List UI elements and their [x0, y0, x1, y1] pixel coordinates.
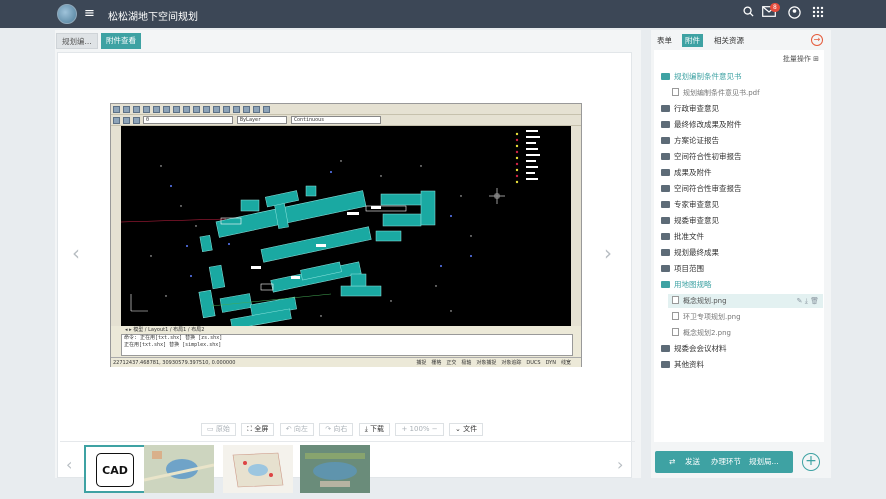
folder-final-results[interactable]: 规划最终成果 [661, 246, 819, 260]
folder-icon [661, 345, 670, 352]
batch-operation-button[interactable]: 批量操作 ⊞ [783, 54, 819, 64]
folder-icon [661, 217, 670, 224]
file-icon [672, 328, 679, 336]
thumbnail-concept-plan[interactable] [144, 445, 214, 493]
tab-form[interactable]: 表单 [654, 34, 675, 47]
folder-open-icon [661, 281, 670, 288]
app-title: 松松湖地下空间规划 [108, 12, 198, 23]
tab-attachments[interactable]: 附件 [682, 34, 703, 47]
cad-coords: 22712437.468781, 3093057​9.397510, 0.000… [113, 360, 236, 366]
next-page-arrow[interactable]: › [604, 241, 612, 265]
cad-layout-tabs: ◂ ▸ 模型 / Layout1 / 布局1 / 布局2 [121, 326, 573, 334]
file-icon [672, 312, 679, 320]
top-bar: ≡ 松松湖地下空间规划 8 [0, 0, 886, 28]
tab-related-resources[interactable]: 相关资源 [711, 34, 747, 47]
thumbs-prev-arrow[interactable]: ‹ [66, 455, 72, 474]
folder-icon [661, 265, 670, 272]
cad-color-select: ByLayer [237, 116, 287, 124]
user-circle-icon[interactable] [788, 6, 801, 23]
folder-results[interactable]: 成果及附件 [661, 166, 819, 180]
cad-drawing-canvas [121, 126, 573, 326]
folder-plan-conditions[interactable]: 规划编制条件意见书 [661, 70, 819, 84]
logo-icon[interactable] [57, 4, 77, 24]
cad-layer-select: 0 [143, 116, 233, 124]
cad-toolbar-2: 0 ByLayer Continuous [111, 115, 581, 126]
folder-final-revision[interactable]: 最终修改成果及附件 [661, 118, 819, 132]
fullscreen-button[interactable]: ⛶ 全屏 [241, 423, 275, 436]
send-button[interactable]: ⇄ 发送 办理环节 规划局... [655, 451, 793, 473]
notification-badge: 8 [770, 3, 780, 12]
folder-icon [661, 233, 670, 240]
file-sanitation-plan-png[interactable]: 环卫专项规划.png [672, 310, 830, 324]
folder-open-icon [661, 73, 670, 80]
cad-preview-image: 0 ByLayer Continuous ◂ ▸ 模型 / Layout1 / … [110, 103, 582, 367]
add-circle-button[interactable]: + [802, 453, 820, 471]
thumbnail-strip: ‹ CAD › [60, 441, 635, 499]
folder-land-use-maps[interactable]: 用地图规略 [661, 278, 819, 292]
file-concept-plan-2-png[interactable]: 概念规划2.png [672, 326, 830, 340]
folder-icon [661, 249, 670, 256]
folder-icon [661, 185, 670, 192]
folder-icon [661, 121, 670, 128]
tab-attachment-view[interactable]: 附件查看 [101, 33, 141, 49]
edit-icon[interactable]: ✎ [797, 297, 803, 305]
zoom-control[interactable]: + 100% − [395, 423, 444, 436]
folder-icon [661, 169, 670, 176]
right-panel: 表单 附件 相关资源 → 批量操作 ⊞ 规划编制条件意见书 规划编制条件意见书.… [651, 30, 831, 478]
attachment-tree: 批量操作 ⊞ 规划编制条件意见书 规划编制条件意见书.pdf 行政审查意见 最终… [654, 50, 824, 442]
folder-approval-docs[interactable]: 批准文件 [661, 230, 819, 244]
folder-expert-review[interactable]: 专家审查意见 [661, 198, 819, 212]
cad-linetype-select: Continuous [291, 116, 381, 124]
folder-committee-review[interactable]: 规委审查意见 [661, 214, 819, 228]
download-icon[interactable]: ⤓ [805, 297, 808, 305]
thumbs-next-arrow[interactable]: › [617, 455, 623, 474]
folder-icon [661, 201, 670, 208]
thumbnail-concept-plan-2[interactable] [300, 445, 370, 493]
cad-toolbar-1 [111, 104, 581, 115]
file-plan-conditions-pdf[interactable]: 规划编制条件意见书.pdf [672, 86, 830, 100]
folder-committee-materials[interactable]: 规委会会议材料 [661, 342, 819, 356]
folder-proposal-report[interactable]: 方案论证报告 [661, 134, 819, 148]
folder-icon [661, 361, 670, 368]
folder-icon [661, 137, 670, 144]
collapse-panel-icon[interactable]: → [811, 34, 823, 46]
file-concept-plan-png[interactable]: 概念规划.png ✎ ⤓ 🗑 [668, 294, 823, 308]
file-icon [672, 296, 679, 304]
rotate-right-button[interactable]: ↷ 向右 [319, 423, 354, 436]
download-button[interactable]: ⤓ 下载 [358, 423, 391, 436]
send-icon: ⇄ [669, 457, 676, 466]
cad-file-icon: CAD [96, 453, 134, 487]
cad-status-bar: 22712437.468781, 3093057​9.397510, 0.000… [111, 357, 581, 367]
attachment-viewer: ‹ › 0 ByLayer Continuous ◂ ▸ 模型 / Layout… [57, 52, 635, 493]
file-icon [672, 88, 679, 96]
folder-admin-review[interactable]: 行政审查意见 [661, 102, 819, 116]
folder-icon [661, 153, 670, 160]
delete-icon[interactable]: 🗑 [810, 297, 819, 305]
search-icon[interactable] [743, 6, 754, 21]
main-area: 规划编... 附件查看 ‹ › 0 ByLayer Continuous ◂ ▸… [55, 30, 641, 493]
folder-space-initial-review[interactable]: 空间符合性初审报告 [661, 150, 819, 164]
apps-grid-icon[interactable] [812, 6, 824, 22]
folder-space-review-report[interactable]: 空间符合性审查报告 [661, 182, 819, 196]
folder-project-scope[interactable]: 项目范围 [661, 262, 819, 276]
folder-other-materials[interactable]: 其他资料 [661, 358, 819, 372]
thumbnail-sanitation-plan[interactable] [223, 445, 293, 493]
menu-add-icon[interactable]: ≡ [84, 7, 95, 21]
cad-command-line: 命令: 正在用[txt.shx] 替换 [zs.shx] 正在用[txt.shx… [121, 334, 573, 356]
viewer-toolbar: ▭ 原始 ⛶ 全屏 ↶ 向左 ↷ 向右 ⤓ 下载 + 100% − ⌄ 文件 [201, 423, 486, 437]
tab-plan-edit[interactable]: 规划编... [56, 33, 98, 49]
prev-page-arrow[interactable]: ‹ [72, 241, 80, 265]
original-size-button[interactable]: ▭ 原始 [201, 423, 236, 436]
rotate-left-button[interactable]: ↶ 向左 [279, 423, 314, 436]
cad-right-toolbar [571, 126, 581, 326]
file-menu-button[interactable]: ⌄ 文件 [449, 423, 484, 436]
folder-icon [661, 105, 670, 112]
cad-left-toolbar [111, 126, 121, 326]
